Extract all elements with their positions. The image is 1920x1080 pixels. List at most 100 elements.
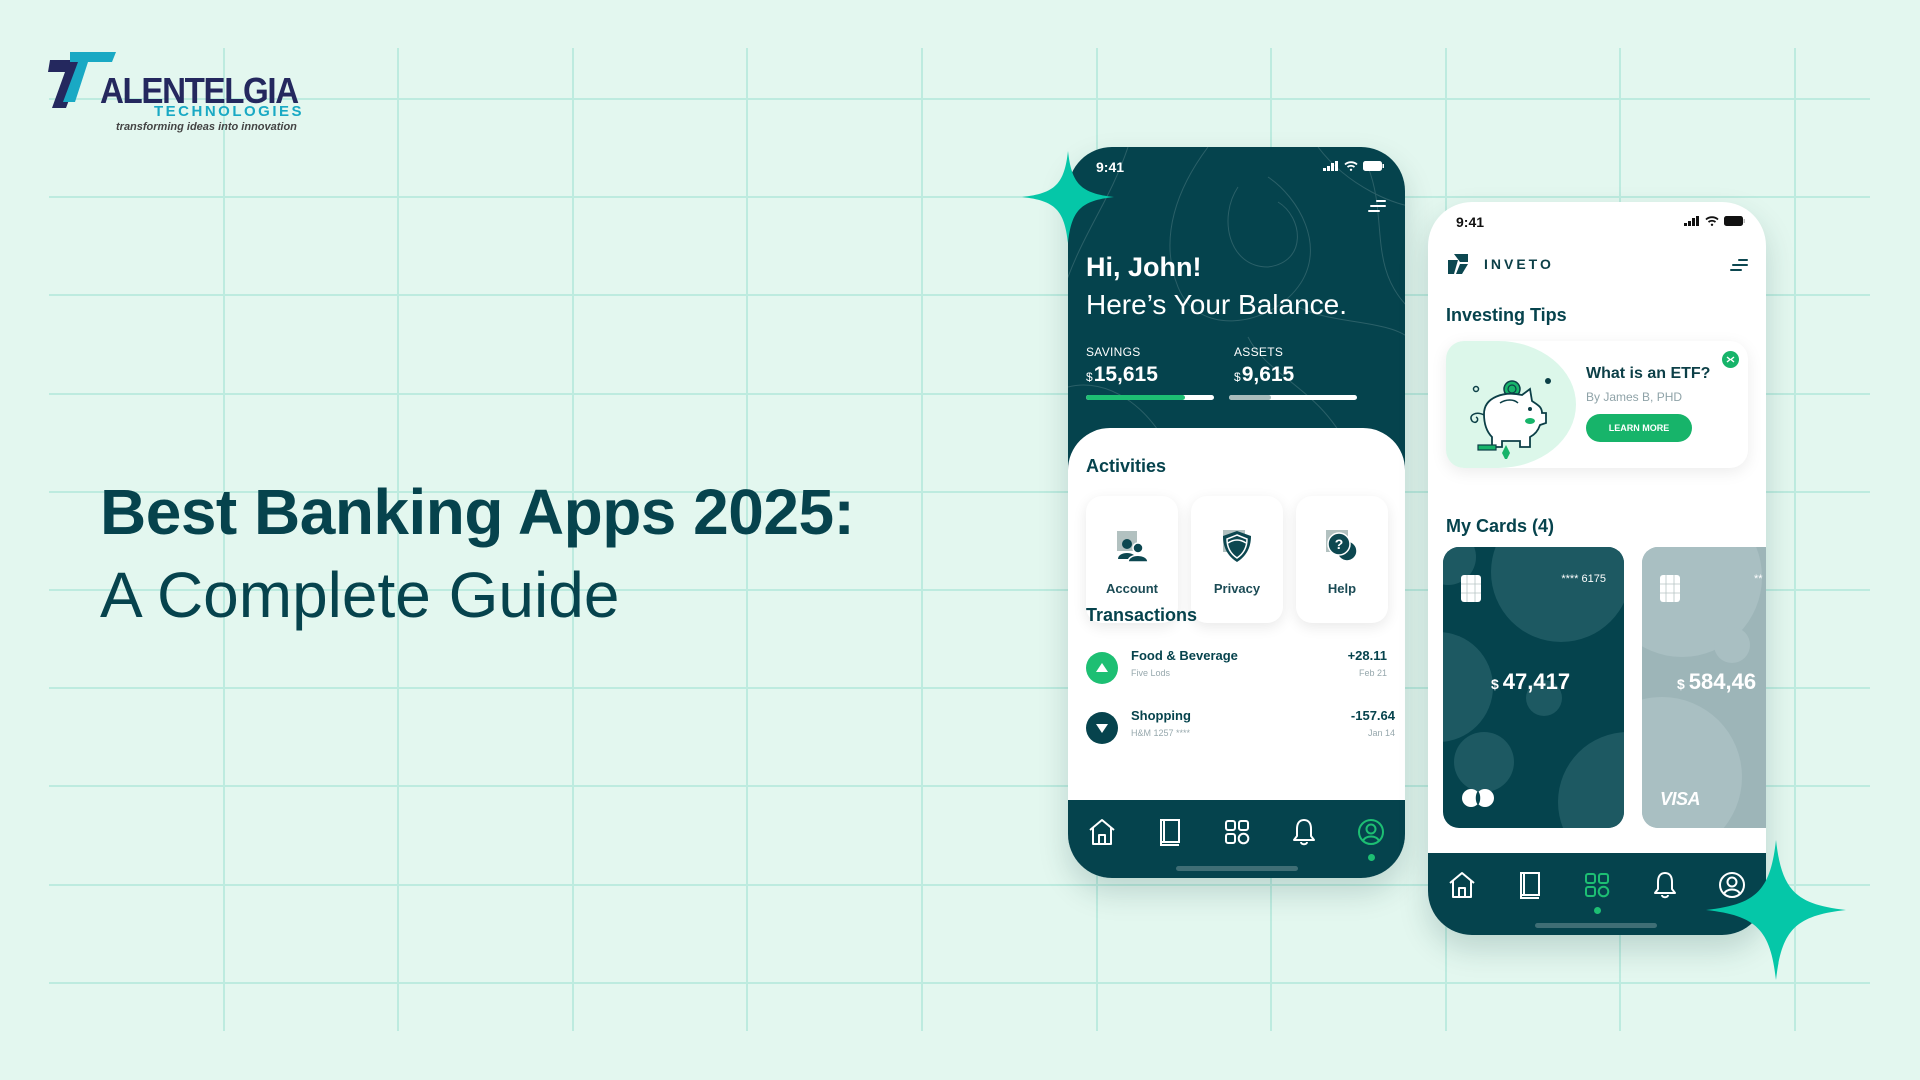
menu-icon[interactable]	[1368, 200, 1386, 214]
bell-icon	[1653, 872, 1676, 899]
nav-home[interactable]	[1446, 869, 1478, 901]
close-icon[interactable]	[1722, 351, 1739, 368]
savings-currency: $	[1086, 370, 1093, 384]
transaction-up-badge	[1086, 652, 1118, 684]
battery-icon	[1724, 216, 1745, 226]
status-bar: 9:41	[1428, 214, 1766, 234]
transaction-name: Food & Beverage	[1131, 648, 1238, 663]
apps-grid-icon	[1224, 820, 1249, 845]
book-icon	[1520, 872, 1541, 899]
transaction-amount: -157.64	[1350, 708, 1395, 723]
assets-currency: $	[1234, 370, 1241, 384]
shield-icon	[1223, 530, 1251, 562]
profile-icon	[1358, 819, 1385, 845]
card-currency: $	[1677, 676, 1685, 692]
nav-active-indicator	[1367, 854, 1375, 861]
nav-apps-grid[interactable]	[1221, 816, 1253, 848]
card-mastercard[interactable]: **** 6175 $47,417	[1443, 547, 1624, 828]
transactions-title: Transactions	[1086, 605, 1198, 625]
book-icon	[1160, 819, 1181, 846]
arrow-up-icon	[1096, 663, 1108, 672]
grid-line-horizontal	[49, 98, 1870, 100]
nav-active-indicator	[1593, 907, 1601, 914]
bell-icon	[1292, 819, 1315, 846]
nav-profile[interactable]	[1355, 816, 1387, 848]
signal-icon	[1684, 216, 1699, 226]
card-number: **** 6175	[1561, 573, 1606, 585]
transaction-row[interactable]: Shopping H&M 1257 **** -157.64 Jan 14	[1086, 708, 1395, 748]
logo-tagline: transforming ideas into innovation	[116, 121, 297, 133]
grid-line-horizontal	[49, 196, 1870, 199]
battery-icon	[1363, 161, 1384, 171]
nav-home[interactable]	[1086, 816, 1118, 848]
home-indicator	[1176, 866, 1298, 871]
tip-title: What is an ETF?	[1586, 365, 1711, 382]
learn-more-button[interactable]: LEARN MORE	[1586, 414, 1692, 442]
card-balance-amount: 47,417	[1502, 669, 1571, 694]
nav-book[interactable]	[1153, 816, 1185, 848]
help-chat-icon: ?	[1326, 530, 1358, 562]
card-balance: $584,46	[1677, 669, 1756, 695]
logo-subtitle: TECHNOLOGIES	[154, 103, 305, 120]
sparkle-star-icon	[1022, 151, 1114, 243]
nav-bell[interactable]	[1288, 816, 1320, 848]
card-balance-amount: 584,46	[1688, 669, 1757, 694]
card-chip-icon	[1660, 575, 1680, 602]
headline-line-2: A Complete Guide	[100, 559, 620, 631]
transaction-down-badge	[1086, 712, 1118, 744]
activities-title: Activities	[1086, 456, 1167, 476]
piggy-bank-icon	[1470, 378, 1551, 459]
card-visa[interactable]: ** $584,46 VISA	[1642, 547, 1766, 828]
savings-progress-bar	[1086, 395, 1214, 400]
assets-amount: 9,615	[1241, 363, 1295, 386]
activity-account[interactable]: Account	[1086, 496, 1178, 623]
savings-amount: 15,615	[1093, 363, 1158, 386]
grid-line-horizontal	[49, 981, 1870, 984]
my-cards-title: My Cards (4)	[1446, 516, 1555, 536]
savings-progress-fill	[1086, 395, 1185, 400]
wifi-icon	[1705, 216, 1719, 226]
page-headline: Best Banking Apps 2025: A Complete Guide	[100, 472, 855, 638]
status-bar: 9:41	[1068, 159, 1405, 179]
home-icon	[1089, 819, 1115, 845]
greeting: Hi, John! Here’s Your Balance.	[1086, 252, 1347, 321]
activities-list: Account Privacy ? Help	[1086, 496, 1388, 623]
transaction-merchant: Five Lods	[1131, 668, 1171, 678]
menu-icon[interactable]	[1730, 259, 1748, 273]
mastercard-logo-icon	[1462, 789, 1494, 807]
brand-name: INVETO	[1484, 256, 1554, 272]
sparkle-star-icon	[1706, 840, 1846, 980]
transaction-amount: +28.11	[1347, 648, 1387, 663]
talentelgia-logo: ALENTELGIA TECHNOLOGIES transforming ide…	[48, 50, 308, 140]
activity-help[interactable]: ? Help	[1296, 496, 1388, 623]
apps-grid-icon	[1585, 873, 1610, 898]
card-chip-icon	[1461, 575, 1481, 602]
greeting-name: Hi, John!	[1086, 252, 1202, 282]
transaction-row[interactable]: Food & Beverage Five Lods +28.11 Feb 21	[1086, 648, 1395, 688]
wifi-icon	[1344, 161, 1358, 171]
assets-label: ASSETS	[1234, 345, 1284, 359]
nav-bell[interactable]	[1649, 869, 1681, 901]
activity-account-label: Account	[1106, 581, 1158, 596]
savings-label: SAVINGS	[1086, 345, 1141, 359]
home-icon	[1449, 872, 1475, 898]
greeting-subtitle: Here’s Your Balance.	[1086, 289, 1347, 320]
nav-apps-grid[interactable]	[1581, 869, 1613, 901]
tip-card[interactable]: What is an ETF? By James B, PHD LEARN MO…	[1446, 341, 1748, 468]
activity-help-label: Help	[1327, 581, 1357, 596]
headline-line-1: Best Banking Apps 2025:	[100, 476, 855, 548]
activity-privacy[interactable]: Privacy	[1191, 496, 1283, 623]
assets-balance: ASSETS $9,615	[1234, 345, 1294, 387]
nav-book[interactable]	[1513, 869, 1545, 901]
tip-author: By James B, PHD	[1586, 390, 1683, 404]
card-balance: $47,417	[1491, 669, 1570, 695]
svg-text:?: ?	[1335, 536, 1344, 552]
assets-progress-fill	[1229, 395, 1272, 400]
signal-icon	[1323, 161, 1338, 171]
transaction-merchant: H&M 1257 ****	[1131, 728, 1191, 738]
account-users-icon	[1117, 531, 1149, 563]
home-indicator	[1535, 923, 1657, 928]
activity-privacy-label: Privacy	[1213, 581, 1261, 596]
phone-banking-home: 9:41 Hi, John! Here’s Your Balance. SAVI…	[1068, 147, 1405, 878]
transaction-date: Jan 14	[1367, 728, 1395, 738]
